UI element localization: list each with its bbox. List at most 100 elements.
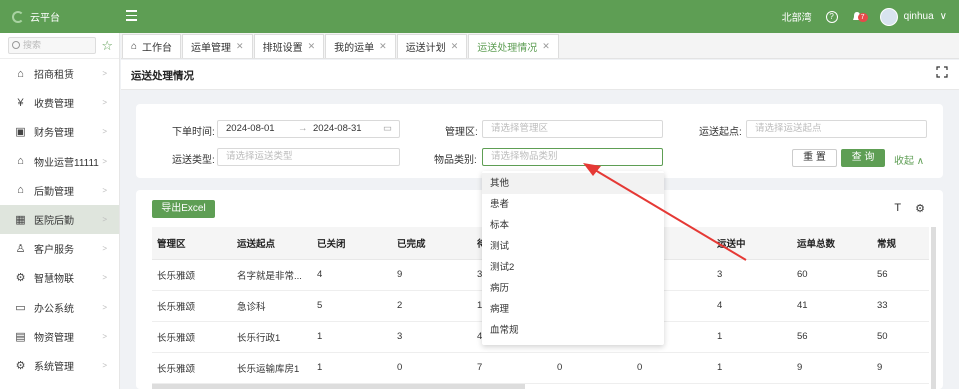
sidebar-item-logistics[interactable]: ⌂ 后勤管理 > (0, 176, 119, 205)
ledger-icon: ▣ (15, 126, 26, 139)
column-header[interactable]: 管理区 (152, 227, 232, 260)
cloud-logo-icon (12, 10, 24, 23)
table-cell: 56 (792, 321, 872, 353)
date-start: 2024-08-01 (226, 123, 275, 134)
table-cell: 3 (712, 259, 792, 291)
dropdown-option[interactable]: 病理 (482, 299, 664, 320)
sidebar-item-office[interactable]: ▭ 办公系统 > (0, 293, 119, 322)
dropdown-option[interactable]: 病历 (482, 278, 664, 299)
date-range-picker[interactable]: 2024-08-01 → 2024-08-31 ▭ (217, 120, 400, 138)
chevron-right-icon: > (102, 302, 107, 312)
dropdown-option[interactable]: 标本 (482, 215, 664, 236)
tab-label: 我的运单 (334, 43, 375, 54)
tab-label: 运送计划 (405, 43, 446, 54)
table-cell: 3 (392, 321, 472, 353)
help-icon[interactable]: ? (825, 10, 838, 23)
dropdown-option[interactable]: 血常规 (482, 320, 664, 341)
table-cell: 9 (872, 352, 929, 384)
table-cell: 9 (792, 352, 872, 384)
collapse-toggle[interactable]: 收起 ∧ (894, 152, 924, 167)
page-header: 运送处理情况 (121, 60, 959, 90)
settings-icon[interactable]: ⚙ (915, 202, 925, 215)
tab-delivery-plan[interactable]: 运送计划 ✕ (396, 34, 468, 58)
dropdown-option[interactable]: 患者 (482, 194, 664, 215)
sidebar-item-finance[interactable]: ▣ 财务管理 > (0, 117, 119, 146)
notification-badge: 7 (857, 12, 868, 22)
sidebar-item-property[interactable]: ⌂ 物业运营11111 > (0, 147, 119, 176)
origin-select[interactable]: 请选择运送起点 (746, 120, 927, 138)
tab-my-waybills[interactable]: 我的运单 ✕ (325, 34, 396, 58)
dropdown-option[interactable]: 测试2 (482, 257, 664, 278)
text-size-icon[interactable]: T (894, 202, 901, 215)
sidebar-item-hospital[interactable]: ▦ 医院后勤 > (0, 204, 119, 235)
table-cell: 4 (712, 290, 792, 322)
category-select[interactable]: 请选择物品类别 (482, 148, 663, 166)
tab-schedule[interactable]: 排班设置 ✕ (253, 34, 325, 58)
chevron-right-icon: > (102, 98, 107, 108)
briefcase-icon: ▭ (15, 301, 26, 314)
sidebar: 搜索 ☆ ⌂ 招商租赁 > ¥ 收费管理 > ▣ 财务管理 > ⌂ 物业运营11111 > ⌂ 后… (0, 33, 120, 389)
column-header[interactable]: 运送起点 (232, 227, 312, 260)
logo: 云平台 (12, 0, 60, 33)
sidebar-item-system[interactable]: ⚙ 系统管理 > (0, 351, 119, 380)
bell-icon[interactable]: 7 (852, 11, 868, 23)
page-title: 运送处理情况 (131, 70, 194, 82)
table-row[interactable]: 长乐雅颂 长乐运输库房1 1 0 7 0 0 1 9 9 (152, 352, 929, 384)
tab-bar: ⌂ 工作台 运单管理 ✕ 排班设置 ✕ 我的运单 ✕ 运送计划 ✕ 运送处理情况 ✕ (121, 33, 959, 59)
close-icon[interactable]: ✕ (451, 41, 459, 52)
chevron-right-icon: > (102, 156, 107, 166)
table-cell: 41 (792, 290, 872, 322)
sidebar-search-input[interactable]: 搜索 (8, 37, 97, 54)
table-cell: 1 (712, 352, 792, 384)
horizontal-scrollbar[interactable] (152, 384, 525, 389)
column-header[interactable]: 已完成 (392, 227, 472, 260)
iot-icon: ⚙ (15, 272, 26, 285)
tab-label: 排班设置 (262, 43, 303, 54)
dropdown-option[interactable]: 其他 (482, 173, 664, 194)
sidebar-item-label: 财务管理 (34, 128, 74, 140)
type-label: 运送类型: (172, 155, 215, 166)
close-icon[interactable]: ✕ (236, 41, 244, 52)
sidebar-item-label: 医院后勤 (34, 216, 74, 228)
region-label: 管理区: (445, 127, 478, 138)
date-separator: → (298, 123, 308, 134)
column-header[interactable]: 已关闭 (312, 227, 392, 260)
region-select[interactable]: 请选择管理区 (482, 120, 663, 138)
type-select[interactable]: 请选择运送类型 (217, 148, 400, 166)
query-button[interactable]: 查 询 (841, 149, 885, 167)
table-cell: 33 (872, 290, 929, 322)
location-label[interactable]: 北部湾 (782, 9, 812, 24)
export-excel-button[interactable]: 导出Excel (152, 200, 215, 218)
tab-waybill-management[interactable]: 运单管理 ✕ (182, 34, 253, 58)
dropdown-option[interactable]: 测试 (482, 236, 664, 257)
user-menu[interactable]: qinhua ∨ (879, 7, 947, 26)
column-header[interactable]: 运送中 (712, 227, 792, 260)
close-icon[interactable]: ✕ (542, 41, 550, 52)
close-icon[interactable]: ✕ (308, 41, 316, 52)
sidebar-item-customer[interactable]: ♙ 客户服务 > (0, 234, 119, 263)
username: qinhua (903, 11, 934, 22)
close-icon[interactable]: ✕ (379, 41, 387, 52)
table-cell: 5 (312, 290, 392, 322)
vertical-scrollbar[interactable] (931, 227, 936, 389)
favorite-star-icon[interactable]: ☆ (101, 38, 113, 54)
table-cell: 长乐雅颂 (152, 290, 232, 322)
menu-toggle-icon[interactable] (126, 10, 137, 21)
table-cell: 长乐雅颂 (152, 352, 232, 384)
house-icon: ⌂ (17, 67, 24, 80)
column-header[interactable]: 运单总数 (792, 227, 872, 260)
reset-button[interactable]: 重 置 (792, 149, 837, 167)
tab-workbench[interactable]: ⌂ 工作台 (122, 34, 182, 58)
sidebar-item-billing[interactable]: ¥ 收费管理 > (0, 88, 119, 117)
fullscreen-icon[interactable] (936, 66, 948, 78)
date-end: 2024-08-31 (313, 123, 362, 134)
column-header[interactable]: 常规 (872, 227, 929, 260)
sidebar-item-leasing[interactable]: ⌂ 招商租赁 > (0, 59, 119, 88)
chevron-right-icon: > (102, 244, 107, 254)
origin-label: 运送起点: (699, 127, 742, 138)
table-cell: 0 (392, 352, 472, 384)
sidebar-item-iot[interactable]: ⚙ 智慧物联 > (0, 263, 119, 292)
sidebar-item-materials[interactable]: ▤ 物资管理 > (0, 322, 119, 351)
chevron-right-icon: > (102, 331, 107, 341)
tab-delivery-status[interactable]: 运送处理情况 ✕ (468, 34, 559, 58)
